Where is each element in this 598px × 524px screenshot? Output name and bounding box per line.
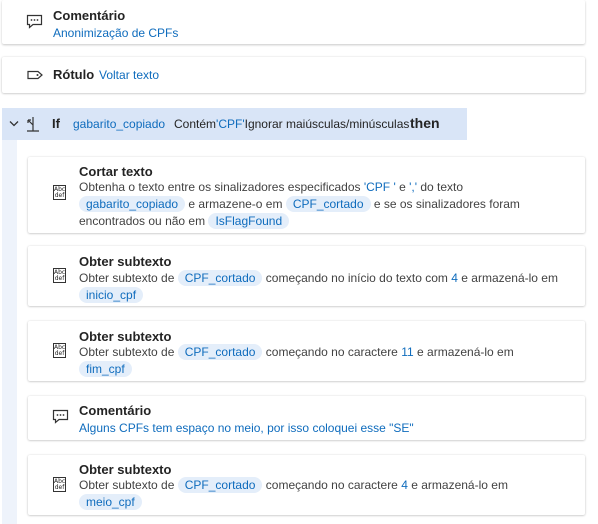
text-icon: Abc def: [53, 343, 66, 358]
step-description-line2: meio_cpf: [79, 494, 142, 511]
variable-pill: CPF_cortado: [177, 477, 263, 493]
label-step-card[interactable]: Rótulo Voltar texto: [2, 57, 585, 93]
step-title: Obter subtexto: [79, 254, 172, 269]
step-description-line1: Obter subtexto de CPF_cortado começando …: [79, 270, 558, 286]
if-step-header[interactable]: If gabarito_copiado Contém'CPF'Ignorar m…: [2, 108, 467, 140]
variable-pill: CPF_cortado: [177, 344, 263, 360]
cut-text-step-card[interactable]: Abc def Cortar texto Obtenha o texto entr…: [28, 157, 585, 233]
chevron-down-icon[interactable]: [9, 120, 19, 128]
step-description-line2: fim_cpf: [79, 361, 132, 378]
variable-pill: IsFlagFound: [208, 213, 290, 229]
text-icon: Abc def: [53, 477, 66, 492]
step-title: Comentário: [79, 403, 152, 418]
if-condition: Contém'CPF'Ignorar maiúsculas/minúsculas: [174, 117, 409, 131]
step-description-line1: Obtenha o texto entre os sinalizadores e…: [79, 180, 464, 194]
if-keyword: If: [52, 116, 60, 131]
variable-pill: meio_cpf: [79, 494, 142, 510]
label-icon: [27, 70, 43, 80]
get-subtext-step-card[interactable]: Abc def Obter subtexto Obter subtexto de …: [28, 246, 585, 306]
step-description-line2: inicio_cpf: [79, 287, 144, 304]
step-title: Rótulo: [53, 67, 95, 82]
condition-option: Ignorar maiúsculas/minúsculas: [244, 117, 410, 131]
comment-step-card[interactable]: Comentário Anonimização de CPFs: [2, 0, 585, 44]
text-icon: Abc def: [53, 185, 66, 200]
variable-pill: gabarito_copiado: [79, 196, 186, 212]
get-subtext-step-card[interactable]: Abc def Obter subtexto Obter subtexto de …: [28, 321, 585, 381]
step-title: Obter subtexto: [79, 462, 172, 477]
then-keyword: then: [410, 115, 440, 131]
variable-pill: CPF_cortado: [285, 196, 371, 212]
step-description-line2: gabarito_copiado e armazene-o em CPF_cor…: [79, 196, 520, 213]
step-title: Cortar texto: [79, 164, 153, 179]
comment-icon: [26, 14, 43, 29]
text-icon: Abc def: [53, 268, 66, 283]
variable-pill: inicio_cpf: [79, 287, 144, 303]
variable-pill: CPF_cortado: [177, 270, 263, 286]
comment-text: Anonimização de CPFs: [53, 26, 179, 40]
comment-step-card[interactable]: Comentário Alguns CPFs tem espaço no mei…: [28, 396, 585, 440]
step-title: Obter subtexto: [79, 329, 172, 344]
comment-icon: [52, 409, 69, 424]
condition-value: 'CPF': [216, 117, 245, 131]
if-block-indent: [2, 140, 17, 524]
step-description-line3: encontrados ou não em IsFlagFound: [79, 213, 290, 230]
if-variable: gabarito_copiado: [73, 117, 166, 131]
get-subtext-step-card[interactable]: Abc def Obter subtexto Obter subtexto de …: [28, 455, 585, 515]
if-branch-icon: [27, 117, 39, 132]
step-description-line1: Obter subtexto de CPF_cortado começando …: [79, 477, 508, 493]
label-name: Voltar texto: [99, 68, 160, 82]
step-title: Comentário: [53, 8, 126, 23]
step-description-line1: Obter subtexto de CPF_cortado começando …: [79, 344, 514, 360]
comment-text: Alguns CPFs tem espaço no meio, por isso…: [79, 421, 414, 435]
condition-prefix: Contém: [174, 117, 217, 131]
variable-pill: fim_cpf: [79, 361, 132, 377]
